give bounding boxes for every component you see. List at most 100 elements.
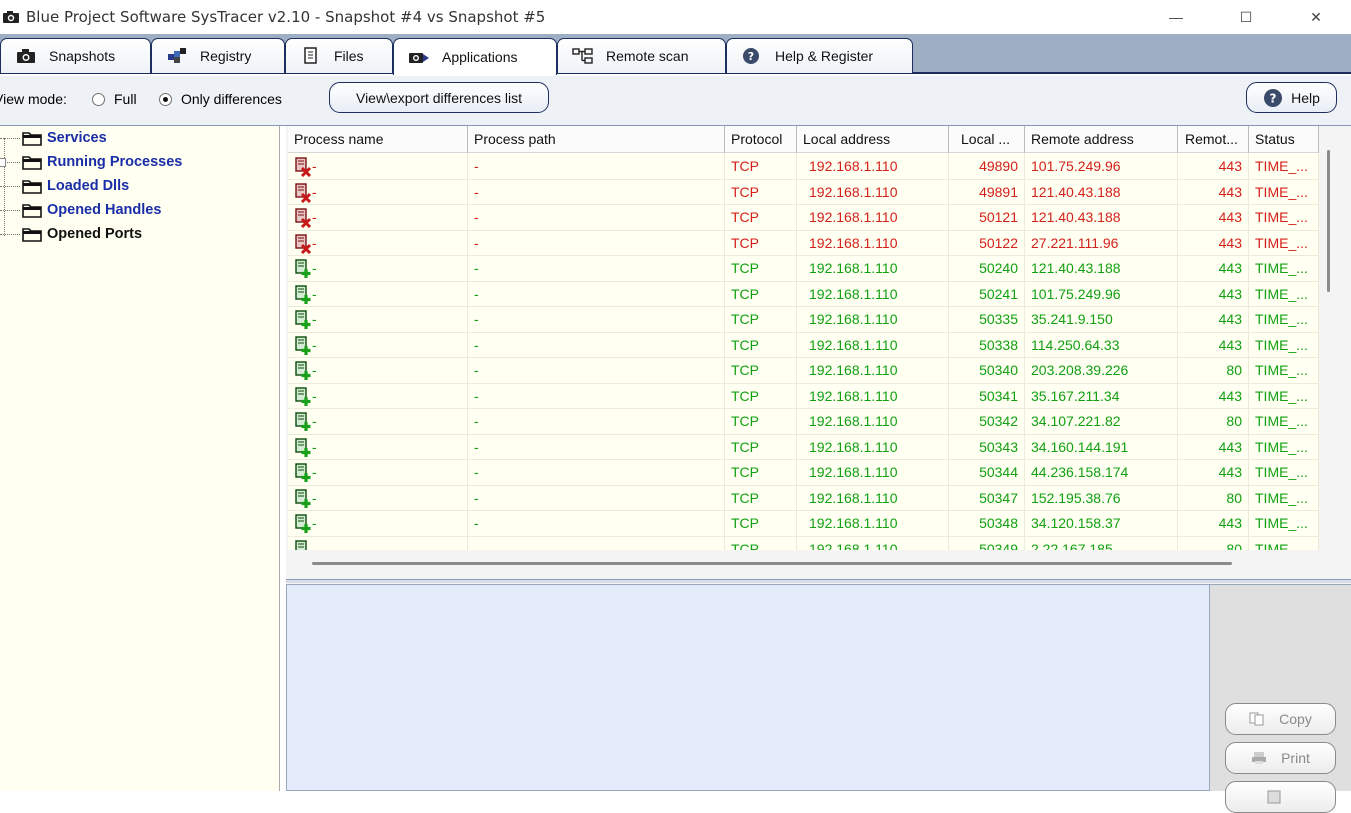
export-differences-button[interactable]: View\export differences list [329, 82, 549, 113]
table-header: Process name Process path Protocol Local… [288, 126, 1319, 153]
table-row[interactable]: - - TCP 192.168.1.110 50241 101.75.249.96 443 T… [288, 281, 1319, 307]
table-row[interactable]: - - TCP 192.168.1.110 50348 34.120.158.37 443 T… [288, 511, 1319, 537]
cell-local-address: 192.168.1.110 [797, 256, 949, 281]
camera-icon [3, 11, 19, 23]
radio-circle[interactable] [92, 92, 105, 106]
cell-local-address: 192.168.1.110 [797, 485, 949, 511]
table-row[interactable]: - - TCP 192.168.1.110 50122 27.221.111.96 443 T… [288, 230, 1319, 256]
column-header-status[interactable]: Status [1249, 126, 1319, 153]
window-controls: — ☐ ✕ [1141, 0, 1351, 34]
column-header-process-name[interactable]: Process name [288, 126, 468, 153]
cell-protocol: TCP [725, 536, 797, 550]
cell-process-name: - [288, 332, 468, 358]
radio-full[interactable]: Full [92, 91, 137, 107]
table-row[interactable]: - - TCP 192.168.1.110 50344 44.236.158.174 443… [288, 460, 1319, 486]
tree-item-loaded-dlls[interactable]: Loaded Dlls [0, 175, 129, 197]
cell-status: TIME_... [1249, 332, 1319, 358]
cell-process-name: - [288, 256, 468, 281]
copy-button[interactable]: Copy [1225, 703, 1336, 735]
tree-connector [0, 137, 20, 139]
close-button[interactable]: ✕ [1281, 0, 1351, 34]
cell-remote-address: 2.22.167.185 [1025, 536, 1178, 550]
table-row[interactable]: - - TCP 192.168.1.110 50341 35.167.211.34 443 T… [288, 383, 1319, 409]
copy-label: Copy [1279, 711, 1312, 727]
folder-icon [22, 156, 42, 170]
help-button[interactable]: ? Help [1246, 82, 1337, 113]
table-row[interactable]: - - TCP 192.168.1.110 50342 34.107.221.82 80 TI… [288, 409, 1319, 435]
tab-label: Applications [442, 49, 518, 65]
cell-protocol: TCP [725, 434, 797, 460]
table-row[interactable]: - - TCP 192.168.1.110 49890 101.75.249.96 443 T… [288, 154, 1319, 180]
column-header-remote-address[interactable]: Remote address [1025, 126, 1178, 153]
table-row[interactable]: - - TCP 192.168.1.110 50335 35.241.9.150 443 TI… [288, 307, 1319, 333]
tree-item-services[interactable]: Services [0, 127, 107, 149]
cell-status: TIME_... [1249, 256, 1319, 281]
cell-remote-address: 203.208.39.226 [1025, 358, 1178, 383]
cell-remote-port: 443 [1178, 307, 1249, 332]
column-header-process-path[interactable]: Process path [468, 126, 725, 153]
cell-status: TIME_... [1249, 409, 1319, 434]
cell-process-path: - [468, 358, 725, 383]
cell-local-port: 50338 [949, 332, 1025, 358]
table-row[interactable]: - - TCP 192.168.1.110 50240 121.40.43.188 443 T… [288, 256, 1319, 282]
column-header-local-port[interactable]: Local ... [949, 126, 1025, 153]
cell-process-name: - [288, 434, 468, 460]
folder-icon [22, 132, 42, 146]
table-row[interactable]: - - TCP 192.168.1.110 50121 121.40.43.188 443 T… [288, 205, 1319, 231]
cell-status: TIME_... [1249, 281, 1319, 307]
radio-circle-selected[interactable] [159, 92, 172, 106]
tab-snapshots[interactable]: Snapshots [0, 38, 151, 73]
cell-process-name: - [288, 179, 468, 205]
cell-local-port: 50344 [949, 460, 1025, 485]
table-row[interactable]: - - TCP 192.168.1.110 50340 203.208.39.226 80 T… [288, 358, 1319, 384]
expand-toggle[interactable] [0, 158, 6, 167]
table-row[interactable]: TCP 192.168.1.110 50349 2.22.167.185 80 TIME_… [288, 536, 1319, 550]
cell-local-port: 50241 [949, 281, 1025, 307]
cell-process-path: - [468, 460, 725, 485]
cell-process-path: - [468, 409, 725, 434]
minimize-button[interactable]: — [1141, 0, 1211, 34]
table-row[interactable]: - - TCP 192.168.1.110 49891 121.40.43.188 443 T… [288, 179, 1319, 205]
tab-registry[interactable]: Registry [151, 38, 285, 73]
tree-item-opened-ports[interactable]: Opened Ports [0, 223, 142, 245]
tab-strip: Snapshots Registry Files Applications Re… [0, 34, 1351, 75]
cell-status: TIME_... [1249, 536, 1319, 550]
tab-remote-scan[interactable]: Remote scan [557, 38, 726, 73]
tree-item-label: Running Processes [47, 154, 183, 170]
pane-splitter[interactable] [286, 579, 1351, 583]
horizontal-scrollbar[interactable] [312, 562, 1232, 565]
maximize-button[interactable]: ☐ [1211, 0, 1281, 34]
cell-remote-port: 443 [1178, 281, 1249, 307]
column-header-local-address[interactable]: Local address [797, 126, 949, 153]
cell-process-name: - [288, 281, 468, 307]
save-button[interactable] [1225, 781, 1336, 813]
tree-item-opened-handles[interactable]: Opened Handles [0, 199, 161, 221]
cell-protocol: TCP [725, 230, 797, 256]
tab-help-register[interactable]: ? Help & Register [726, 38, 913, 73]
tab-applications[interactable]: Applications [393, 38, 557, 75]
radio-full-label: Full [114, 91, 137, 107]
table-row[interactable]: - - TCP 192.168.1.110 50347 152.195.38.76 80 TI… [288, 485, 1319, 511]
file-icon [304, 47, 317, 64]
cell-local-port: 50349 [949, 536, 1025, 550]
column-header-remote-port[interactable]: Remot... [1178, 126, 1249, 153]
tab-files[interactable]: Files [285, 38, 393, 73]
cell-local-address: 192.168.1.110 [797, 205, 949, 230]
table-row[interactable]: - - TCP 192.168.1.110 50343 34.160.144.191 443… [288, 434, 1319, 460]
print-button[interactable]: Print [1225, 742, 1336, 774]
tree-item-label: Services [47, 130, 107, 146]
tree-item-running-processes[interactable]: Running Processes [0, 151, 182, 173]
radio-only-differences[interactable]: Only differences [159, 91, 282, 107]
cell-remote-port: 80 [1178, 358, 1249, 383]
cell-local-address: 192.168.1.110 [797, 511, 949, 536]
table-row[interactable]: - - TCP 192.168.1.110 50338 114.250.64.33 443 T… [288, 332, 1319, 358]
cell-local-port: 50347 [949, 485, 1025, 511]
column-header-protocol[interactable]: Protocol [725, 126, 797, 153]
cell-protocol: TCP [725, 332, 797, 358]
cell-protocol: TCP [725, 485, 797, 511]
vertical-scrollbar[interactable] [1327, 150, 1330, 292]
cell-process-name: - [288, 511, 468, 536]
cell-process-name: - [288, 230, 468, 256]
tree-item-label: Opened Ports [47, 226, 143, 242]
cell-remote-port: 443 [1178, 460, 1249, 485]
